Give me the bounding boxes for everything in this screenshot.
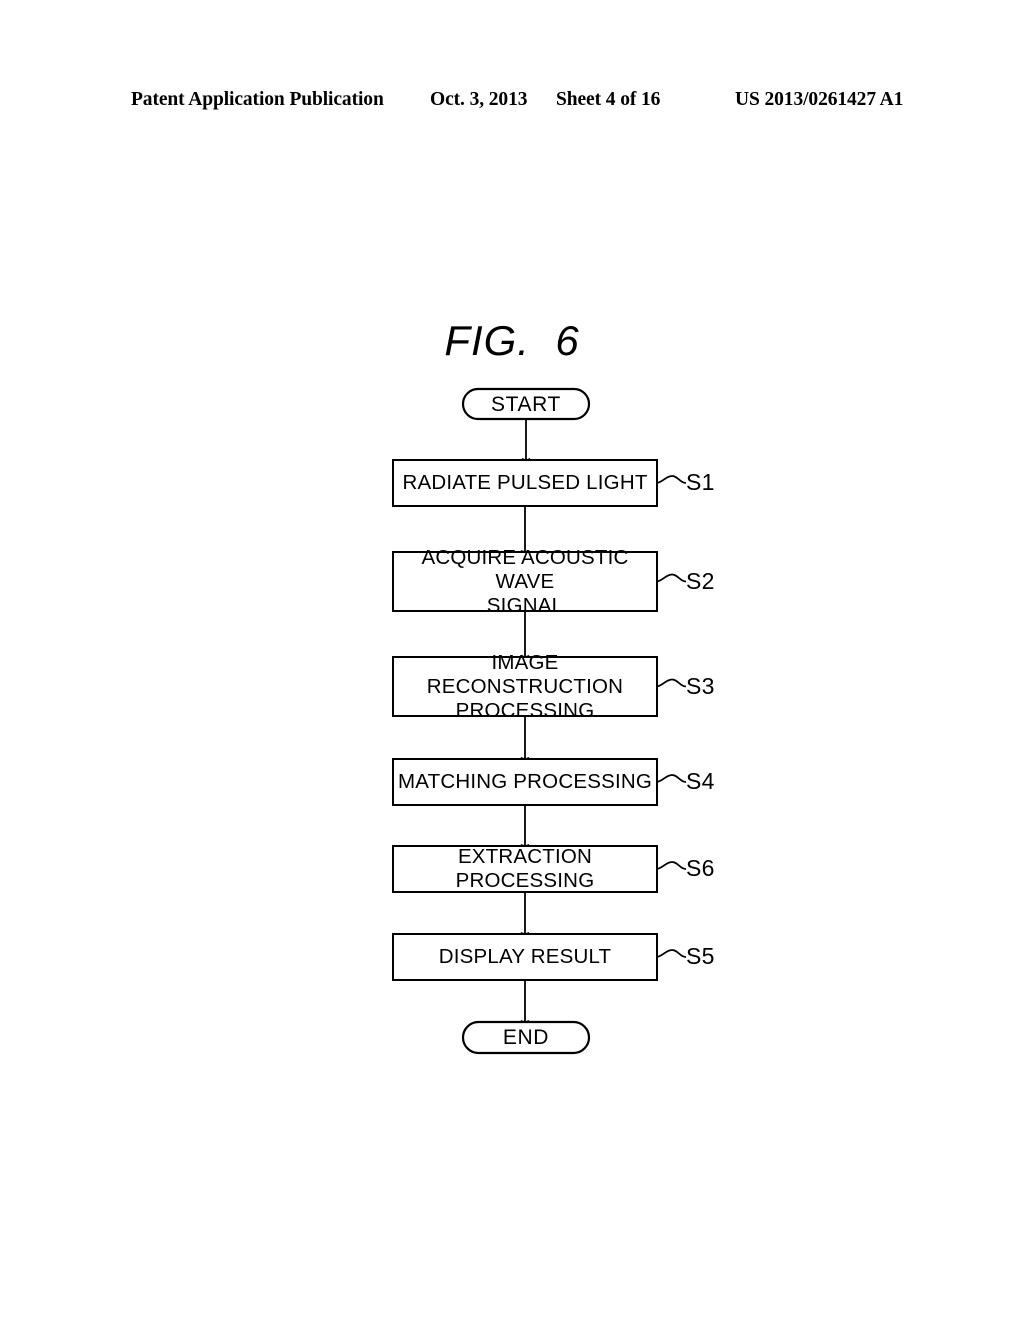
- step-leader-s6: [656, 861, 687, 870]
- step-label-s1: S1: [686, 469, 715, 495]
- flow-node-end: [461, 1020, 591, 1055]
- flow-node-s6: [392, 845, 658, 893]
- step-label-s2: S2: [686, 567, 715, 594]
- step-label-s4: S4: [686, 768, 715, 794]
- step-leader-lines: [656, 475, 687, 958]
- flow-node-s5: [392, 933, 658, 981]
- step-leader-s2: [656, 573, 687, 583]
- step-leader-s1: [656, 475, 687, 484]
- flow-node-s3: [392, 656, 658, 717]
- flow-node-s2: [392, 551, 658, 612]
- flow-node-start: [461, 387, 591, 421]
- step-label-s6: S6: [686, 855, 715, 881]
- flowchart-diagram: START RADIATE PULSED LIGHT S1 ACQUIRE ACOUS…: [0, 0, 1024, 1320]
- step-label-s5: S5: [686, 943, 715, 969]
- step-label-s3: S3: [686, 672, 715, 699]
- step-leader-s4: [656, 774, 687, 783]
- flow-node-s1: [392, 459, 658, 507]
- step-leader-s5: [656, 949, 687, 958]
- flow-node-s4: [392, 758, 658, 806]
- flowchart-canvas: [392, 387, 687, 1055]
- step-leader-s3: [656, 678, 687, 688]
- flow-connectors: [520, 419, 531, 1028]
